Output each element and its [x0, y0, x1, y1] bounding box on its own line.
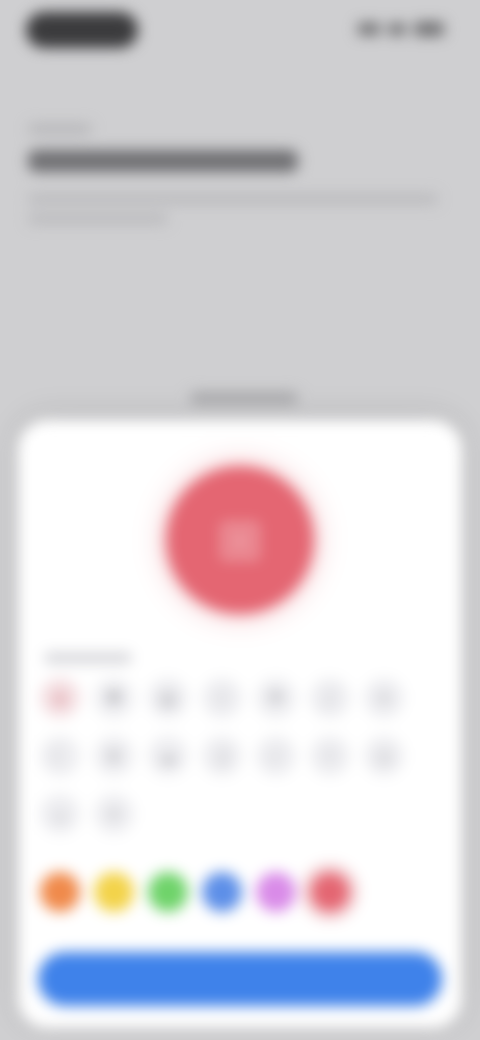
screen: ⊞ ★ ♥ ▤ ⚡ ⚑ ♪ ☀ ☾ ❦ ☁ ♫ ✓ ⌖ ◷ ☕ ✦ [0, 0, 480, 1040]
icon-option-clock-icon[interactable]: ◷ [364, 736, 404, 776]
pin-icon: ⌖ [325, 746, 335, 765]
star-icon: ★ [52, 688, 68, 708]
icon-option-sun-icon[interactable]: ☀ [364, 678, 404, 718]
icon-option-bell-icon[interactable]: ♫ [202, 736, 242, 776]
color-swatch-red[interactable] [310, 872, 350, 912]
background-page-title [28, 150, 298, 172]
icon-option-gift-icon[interactable]: ✦ [94, 794, 134, 834]
blurred-content: ⊞ ★ ♥ ▤ ⚡ ⚑ ♪ ☀ ☾ ❦ ☁ ♫ ✓ ⌖ ◷ ☕ ✦ [0, 0, 480, 1040]
flag-icon: ⚑ [268, 688, 284, 708]
grid-icon: ⊞ [217, 508, 263, 571]
background-sheet-handle [190, 392, 298, 404]
icon-picker-sheet: ⊞ ★ ♥ ▤ ⚡ ⚑ ♪ ☀ ☾ ❦ ☁ ♫ ✓ ⌖ ◷ ☕ ✦ [18, 420, 462, 1028]
heart-icon: ♥ [106, 688, 122, 708]
bolt-icon: ⚡ [216, 688, 228, 708]
color-swatch-orange[interactable] [40, 872, 80, 912]
icon-option-cup-icon[interactable]: ☕ [40, 794, 80, 834]
status-bar-time [26, 12, 138, 48]
background-description-line [28, 214, 168, 224]
battery-icon [414, 22, 444, 36]
icon-option-bolt-icon[interactable]: ⚡ [202, 678, 242, 718]
sun-icon: ☀ [376, 688, 392, 708]
leaf-icon: ❦ [107, 746, 121, 766]
music-icon: ♪ [324, 688, 336, 708]
cloud-icon: ☁ [160, 746, 176, 766]
icon-preview: ⊞ [166, 466, 314, 614]
cup-icon: ☕ [52, 804, 68, 824]
cellular-signal-icon [358, 23, 380, 35]
status-bar-icons [358, 22, 444, 36]
done-button[interactable] [38, 952, 442, 1006]
icon-option-book-icon[interactable]: ▤ [148, 678, 188, 718]
wifi-icon [388, 23, 406, 35]
bell-icon: ♫ [214, 746, 230, 766]
icon-section-label [44, 652, 132, 664]
check-icon: ✓ [269, 746, 283, 766]
icon-option-cloud-icon[interactable]: ☁ [148, 736, 188, 776]
icon-grid: ★ ♥ ▤ ⚡ ⚑ ♪ ☀ ☾ ❦ ☁ ♫ ✓ ⌖ ◷ ☕ ✦ [40, 678, 420, 834]
gift-icon: ✦ [107, 804, 121, 824]
background-eyebrow-text [28, 124, 92, 134]
color-swatch-yellow[interactable] [94, 872, 134, 912]
icon-option-music-icon[interactable]: ♪ [310, 678, 350, 718]
background-description-line [28, 194, 438, 204]
icon-option-moon-icon[interactable]: ☾ [40, 736, 80, 776]
color-swatch-blue[interactable] [202, 872, 242, 912]
color-swatch-green[interactable] [148, 872, 188, 912]
moon-icon: ☾ [52, 746, 68, 766]
color-swatch-row [40, 872, 350, 912]
icon-option-check-icon[interactable]: ✓ [256, 736, 296, 776]
icon-option-flag-icon[interactable]: ⚑ [256, 678, 296, 718]
clock-icon: ◷ [377, 746, 391, 766]
icon-option-pin-icon[interactable]: ⌖ [310, 736, 350, 776]
book-icon: ▤ [160, 688, 176, 708]
icon-option-star-icon[interactable]: ★ [40, 678, 80, 718]
color-swatch-purple[interactable] [256, 872, 296, 912]
icon-option-heart-icon[interactable]: ♥ [94, 678, 134, 718]
icon-option-leaf-icon[interactable]: ❦ [94, 736, 134, 776]
